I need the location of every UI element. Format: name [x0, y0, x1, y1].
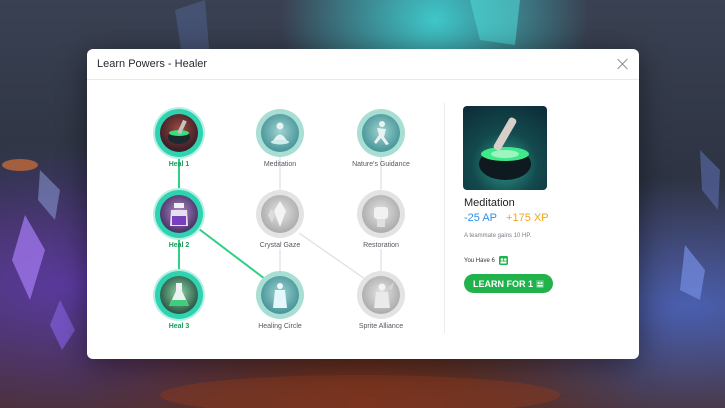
skill-node-healing-circle[interactable]	[256, 271, 304, 319]
cauldron-icon	[160, 114, 198, 152]
ap-cost: -25 AP	[464, 212, 498, 224]
glowing-figure-icon	[261, 276, 299, 314]
skill-node-restoration[interactable]	[357, 190, 405, 238]
sprite-figure-icon	[362, 276, 400, 314]
meditating-figure-icon	[261, 114, 299, 152]
skill-label-healing-circle: Healing Circle	[258, 323, 302, 330]
skill-node-meditation[interactable]	[256, 109, 304, 157]
detail-costs: -25 AP +175 XP	[464, 212, 549, 224]
skill-label-heal-2: Heal 2	[168, 242, 190, 249]
learn-powers-modal: Learn Powers - Healer Heal 1 Meditation …	[87, 49, 639, 359]
potion-bottle-icon	[160, 195, 198, 233]
running-figure-icon	[362, 114, 400, 152]
skill-point-icon	[498, 256, 508, 265]
learn-button[interactable]: LEARN FOR 1	[464, 274, 553, 293]
skill-label-sprite-alliance: Sprite Alliance	[358, 323, 404, 330]
skill-node-natures-guidance[interactable]	[357, 109, 405, 157]
skill-node-heal-3[interactable]	[155, 271, 203, 319]
skill-point-icon	[536, 279, 544, 288]
panel-divider	[444, 103, 445, 333]
skill-label-natures-guidance: Nature's Guidance	[352, 161, 410, 168]
skill-node-sprite-alliance[interactable]	[357, 271, 405, 319]
cauldron-icon	[463, 106, 547, 190]
skill-label-meditation: Meditation	[263, 161, 297, 168]
skill-node-heal-1[interactable]	[155, 109, 203, 157]
have-label: You Have 6	[464, 257, 495, 264]
power-description: A teammate gains 10 HP.	[464, 233, 532, 239]
xp-gain: +175 XP	[506, 212, 549, 224]
learn-button-label: LEARN FOR 1	[472, 278, 533, 289]
skill-node-heal-2[interactable]	[155, 190, 203, 238]
crystal-icon	[261, 195, 299, 233]
skill-label-heal-1: Heal 1	[168, 161, 190, 168]
skill-node-crystal-gaze[interactable]	[256, 190, 304, 238]
flask-icon	[160, 276, 198, 314]
skill-label-restoration: Restoration	[363, 242, 399, 249]
fist-icon	[362, 195, 400, 233]
points-owned: You Have 6	[464, 256, 508, 265]
skill-label-heal-3: Heal 3	[168, 323, 190, 330]
detail-power-name: Meditation	[464, 197, 515, 209]
skill-label-crystal-gaze: Crystal Gaze	[259, 242, 301, 249]
